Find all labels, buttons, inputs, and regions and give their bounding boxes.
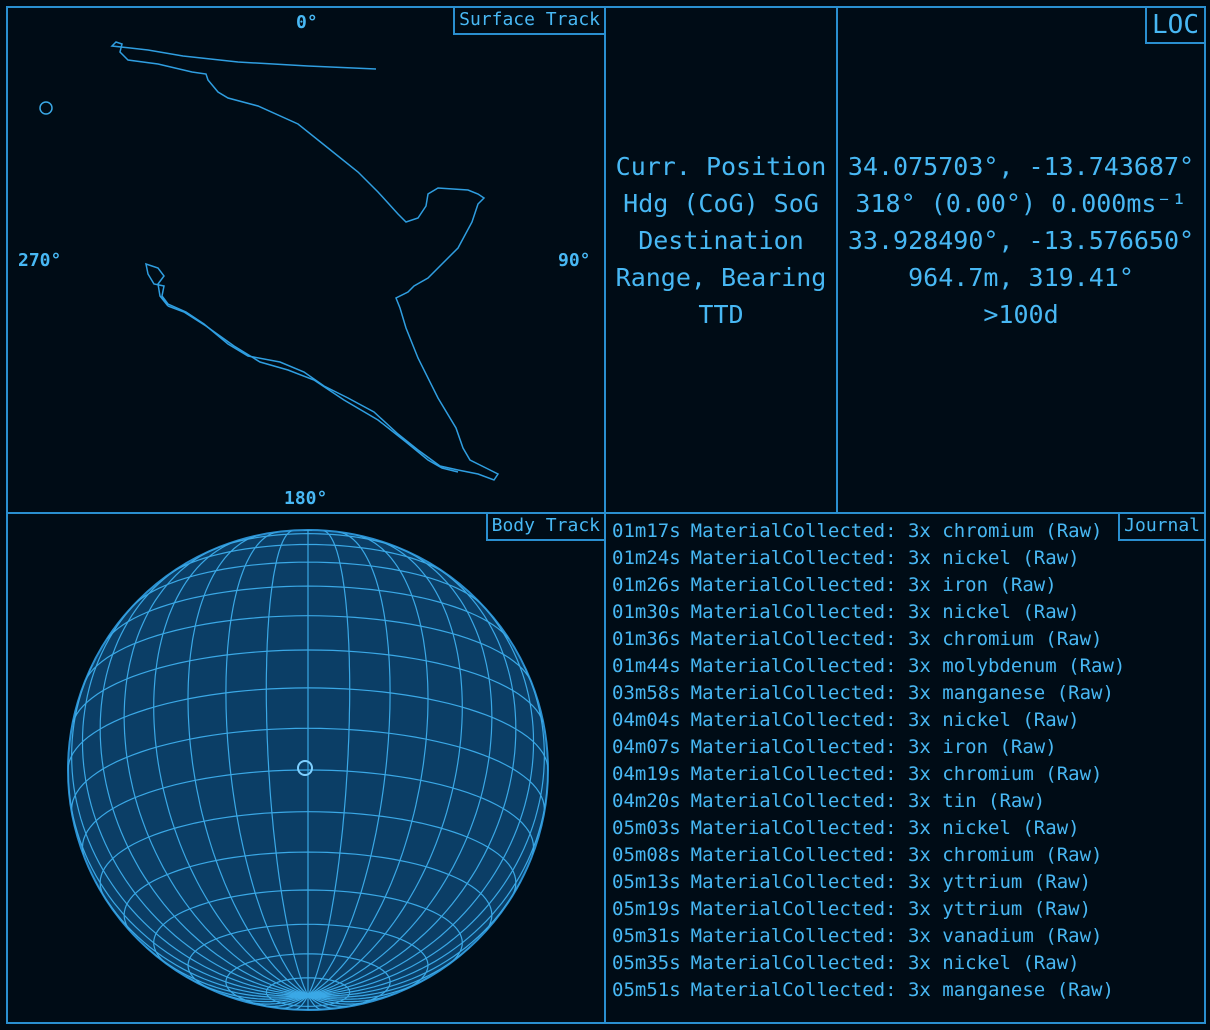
- journal-entry-text: MaterialCollected: 3x chromium (Raw): [690, 844, 1103, 866]
- loc-value-heading: 318° (0.00°) 0.000ms⁻¹: [855, 189, 1187, 218]
- journal-entry-text: MaterialCollected: 3x nickel (Raw): [690, 709, 1080, 731]
- loc-labels: Curr. Position Hdg (CoG) SoG Destination…: [606, 148, 836, 333]
- journal-entry: 05m08s MaterialCollected: 3x chromium (Ra…: [612, 842, 1124, 869]
- loc-values: 34.075703°, -13.743687° 318° (0.00°) 0.0…: [838, 148, 1204, 333]
- loc-value-range: 964.7m, 319.41°: [908, 263, 1134, 292]
- journal-entry-time: 05m35s: [612, 952, 681, 974]
- journal-entry: 01m36s MaterialCollected: 3x chromium (Ra…: [612, 626, 1124, 653]
- compass-north-label: 0°: [296, 12, 318, 33]
- journal-entry: 05m31s MaterialCollected: 3x vanadium (Ra…: [612, 923, 1124, 950]
- loc-value-ttd: >100d: [983, 300, 1059, 329]
- journal-entry-time: 04m20s: [612, 790, 681, 812]
- journal-entry-time: 01m44s: [612, 655, 681, 677]
- surface-track-panel: Surface Track 0° 90° 180° 270°: [6, 6, 606, 514]
- journal-entry: 04m07s MaterialCollected: 3x iron (Raw): [612, 734, 1124, 761]
- loc-label-ttd: TTD: [698, 300, 744, 329]
- journal-entry: 05m51s MaterialCollected: 3x manganese (R…: [612, 977, 1124, 1004]
- loc-label-position: Curr. Position: [615, 152, 827, 181]
- journal-title: Journal: [1118, 514, 1204, 541]
- journal-entry-time: 03m58s: [612, 682, 681, 704]
- journal-entry: 05m19s MaterialCollected: 3x yttrium (Raw…: [612, 896, 1124, 923]
- journal-entry-time: 05m08s: [612, 844, 681, 866]
- journal-entry-text: MaterialCollected: 3x tin (Raw): [690, 790, 1046, 812]
- journal-entry: 04m20s MaterialCollected: 3x tin (Raw): [612, 788, 1124, 815]
- journal-list[interactable]: 01m17s MaterialCollected: 3x chromium (Ra…: [612, 518, 1126, 1004]
- journal-entry-text: MaterialCollected: 3x manganese (Raw): [690, 979, 1114, 1001]
- journal-entry-text: MaterialCollected: 3x iron (Raw): [690, 574, 1057, 596]
- journal-entry-time: 01m30s: [612, 601, 681, 623]
- loc-label-destination: Destination: [638, 226, 804, 255]
- body-track-panel: Body Track: [6, 512, 606, 1024]
- journal-entry-time: 01m36s: [612, 628, 681, 650]
- journal-entry: 01m44s MaterialCollected: 3x molybdenum (…: [612, 653, 1126, 680]
- journal-entry-text: MaterialCollected: 3x chromium (Raw): [690, 763, 1103, 785]
- journal-entry-text: MaterialCollected: 3x nickel (Raw): [690, 547, 1080, 569]
- journal-entry-time: 04m07s: [612, 736, 681, 758]
- journal-entry: 05m13s MaterialCollected: 3x yttrium (Raw…: [612, 869, 1124, 896]
- journal-entry-text: MaterialCollected: 3x manganese (Raw): [690, 682, 1114, 704]
- journal-entry: 04m19s MaterialCollected: 3x chromium (Ra…: [612, 761, 1124, 788]
- loc-panel: LOC Curr. Position Hdg (CoG) SoG Destina…: [604, 6, 1206, 514]
- journal-panel: Journal 01m17s MaterialCollected: 3x chro…: [604, 512, 1206, 1024]
- journal-entry-time: 05m19s: [612, 898, 681, 920]
- track-path-upper: [110, 41, 500, 481]
- journal-entry-time: 04m04s: [612, 709, 681, 731]
- loc-title: LOC: [1145, 8, 1204, 44]
- journal-entry-text: MaterialCollected: 3x vanadium (Raw): [690, 925, 1103, 947]
- journal-entry-text: MaterialCollected: 3x yttrium (Raw): [690, 871, 1092, 893]
- journal-entry-time: 04m19s: [612, 763, 681, 785]
- compass-west-label: 270°: [18, 250, 62, 271]
- journal-entry-time: 05m13s: [612, 871, 681, 893]
- journal-entry-text: MaterialCollected: 3x molybdenum (Raw): [690, 655, 1126, 677]
- body-track-title: Body Track: [485, 514, 604, 541]
- journal-entry: 01m26s MaterialCollected: 3x iron (Raw): [612, 572, 1124, 599]
- journal-entry-text: MaterialCollected: 3x iron (Raw): [690, 736, 1057, 758]
- surface-track-map: [39, 41, 500, 481]
- body-track-globe: [67, 529, 549, 1011]
- loc-value-position: 34.075703°, -13.743687°: [847, 152, 1195, 181]
- journal-entry-text: MaterialCollected: 3x nickel (Raw): [690, 952, 1080, 974]
- journal-entry-time: 01m26s: [612, 574, 681, 596]
- journal-entry-text: MaterialCollected: 3x nickel (Raw): [690, 817, 1080, 839]
- compass-east-label: 90°: [558, 250, 591, 271]
- journal-entry: 03m58s MaterialCollected: 3x manganese (R…: [612, 680, 1124, 707]
- loc-label-range: Range, Bearing: [615, 263, 827, 292]
- compass-south-label: 180°: [284, 488, 328, 509]
- journal-entry-time: 01m24s: [612, 547, 681, 569]
- journal-entry-time: 05m03s: [612, 817, 681, 839]
- journal-entry-time: 01m17s: [612, 520, 681, 542]
- surface-track-title: Surface Track: [453, 8, 604, 35]
- journal-entry-time: 05m31s: [612, 925, 681, 947]
- loc-label-heading: Hdg (CoG) SoG: [623, 189, 819, 218]
- journal-entry: 04m04s MaterialCollected: 3x nickel (Raw): [612, 707, 1124, 734]
- journal-entry-time: 05m51s: [612, 979, 681, 1001]
- loc-value-destination: 33.928490°, -13.576650°: [847, 226, 1195, 255]
- journal-entry: 01m17s MaterialCollected: 3x chromium (Ra…: [612, 518, 1124, 545]
- current-position-marker: [39, 101, 53, 115]
- journal-entry-text: MaterialCollected: 3x yttrium (Raw): [690, 898, 1092, 920]
- journal-entry: 05m03s MaterialCollected: 3x nickel (Raw): [612, 815, 1124, 842]
- journal-entry-text: MaterialCollected: 3x nickel (Raw): [690, 601, 1080, 623]
- journal-entry-text: MaterialCollected: 3x chromium (Raw): [690, 520, 1103, 542]
- journal-entry-text: MaterialCollected: 3x chromium (Raw): [690, 628, 1103, 650]
- journal-entry: 05m35s MaterialCollected: 3x nickel (Raw): [612, 950, 1124, 977]
- journal-entry: 01m24s MaterialCollected: 3x nickel (Raw): [612, 545, 1124, 572]
- journal-entry: 01m30s MaterialCollected: 3x nickel (Raw): [612, 599, 1124, 626]
